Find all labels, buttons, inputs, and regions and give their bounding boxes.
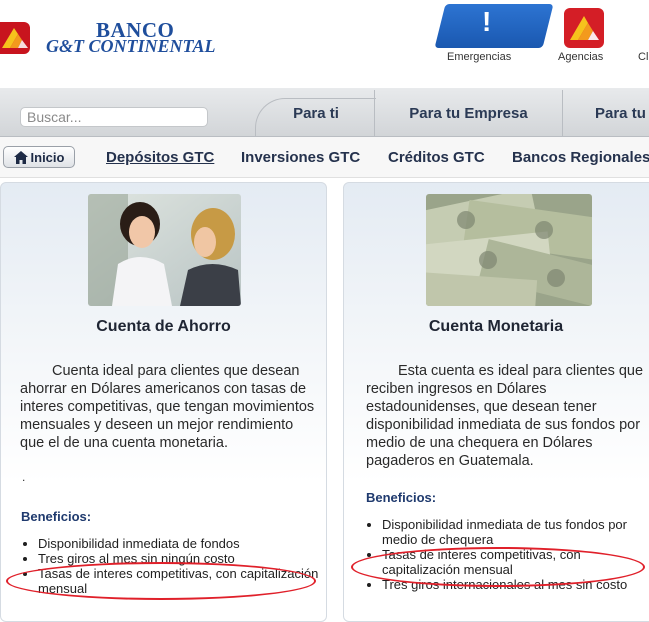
list-item: Disponibilidad inmediata de tus fondos p… (382, 517, 649, 547)
subnav-depositos[interactable]: Depósitos GTC (106, 149, 214, 166)
card-monetaria-description: Esta cuenta es ideal para clientes que r… (366, 363, 644, 469)
search-input[interactable] (20, 107, 208, 127)
home-label: Inicio (30, 149, 65, 165)
card-monetaria-benefits-list: Disponibilidad inmediata de tus fondos p… (366, 517, 649, 592)
card-monetaria-benefits-title: Beneficios: (366, 490, 437, 505)
exclamation-icon: ! (482, 6, 492, 37)
list-item: Tasas de interes competitivas, con capit… (38, 566, 338, 596)
subnav-inversiones[interactable]: Inversiones GTC (241, 149, 360, 166)
tab-para-ti[interactable]: Para ti (258, 90, 374, 136)
emergencias-label[interactable]: Emergencias (447, 51, 511, 63)
tab-para-tu[interactable]: Para tu (562, 90, 649, 136)
subnav-bancos-regionales[interactable]: Bancos Regionales (512, 149, 649, 166)
home-button[interactable]: Inicio (3, 146, 75, 168)
brand-line-2[interactable]: G&T CONTINENTAL (46, 36, 216, 57)
site-header: BANCO G&T CONTINENTAL ! Emergencias Agen… (0, 0, 649, 88)
list-item: Tres giros al mes sin ningún costo (38, 551, 338, 566)
quick-link-cut[interactable]: Cl (638, 51, 648, 63)
subnav-creditos[interactable]: Créditos GTC (388, 149, 485, 166)
bank-logo-icon[interactable] (0, 22, 30, 54)
agencias-label[interactable]: Agencias (558, 51, 603, 63)
emergencias-button[interactable] (434, 4, 554, 48)
list-item: Tasas de interes competitivas, con capit… (382, 547, 649, 577)
card-ahorro-title: Cuenta de Ahorro (96, 318, 231, 335)
agencias-icon[interactable] (564, 8, 604, 48)
card-monetaria-title: Cuenta Monetaria (428, 318, 564, 335)
card-monetaria-photo (426, 194, 592, 306)
card-ahorro-benefits-list: Disponibilidad inmediata de fondos Tres … (22, 536, 338, 596)
list-item: Disponibilidad inmediata de fondos (38, 536, 338, 551)
home-icon (13, 150, 28, 164)
card-ahorro-benefits-title: Beneficios: (21, 509, 92, 524)
list-item: Tres giros internacionales al mes sin co… (382, 577, 649, 592)
card-ahorro-description: Cuenta ideal para clientes que desean ah… (20, 363, 315, 451)
card-ahorro-photo (88, 194, 241, 306)
tab-para-tu-empresa[interactable]: Para tu Empresa (374, 90, 562, 136)
card-ahorro-dot: . (22, 470, 26, 484)
